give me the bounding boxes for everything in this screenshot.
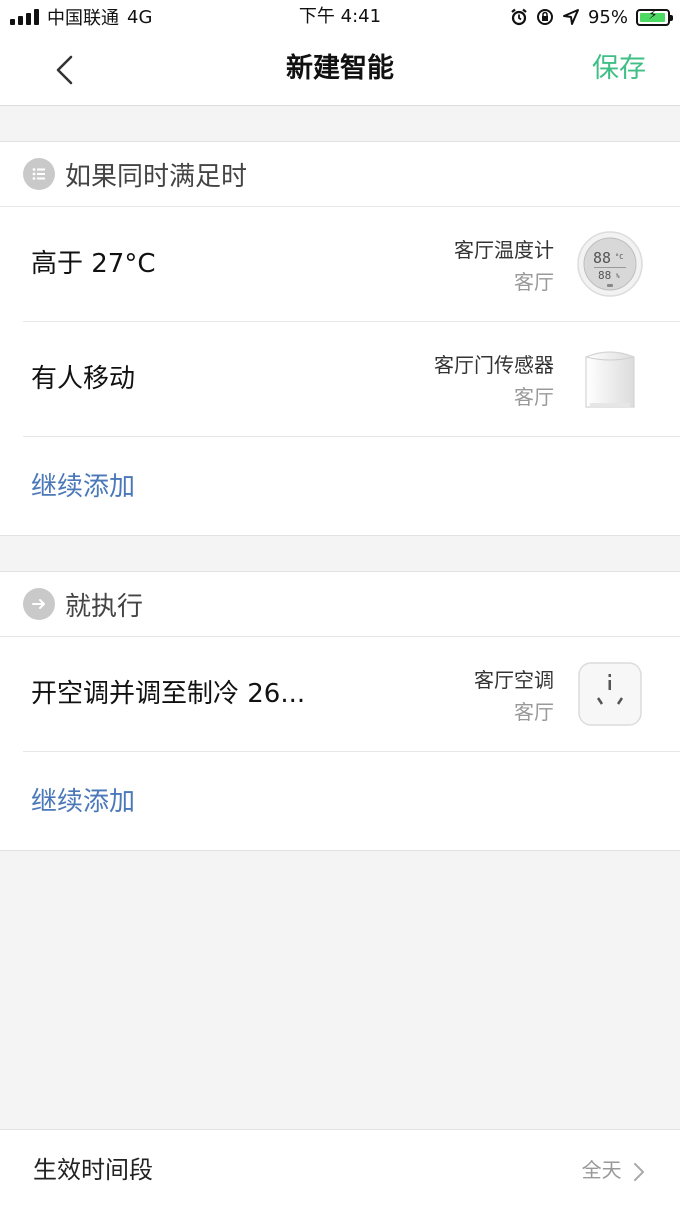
device-room: 客厅 — [514, 385, 554, 409]
battery-percent: 95% — [587, 6, 628, 28]
condition-label: 有人移动 — [31, 364, 136, 394]
conditions-header: 如果同时满足时 — [0, 142, 680, 207]
actions-title: 就执行 — [65, 591, 144, 622]
ac-plug-icon — [578, 662, 642, 726]
actions-section: 就执行 开空调并调至制冷 26... 客厅空调 客厅 继续添加 — [0, 571, 680, 851]
status-bar-right: 95% ⚡ — [510, 4, 673, 30]
schedule-row[interactable]: 生效时间段 全天 — [0, 1129, 680, 1209]
svg-text:88: 88 — [593, 249, 611, 267]
list-icon — [23, 158, 55, 190]
device-name: 客厅空调 — [474, 668, 554, 692]
condition-row-temperature[interactable]: 高于 27°C 客厅温度计 客厅 88 °C 88 % — [23, 207, 680, 322]
arrow-right-icon — [23, 588, 55, 620]
orientation-lock-icon — [536, 9, 553, 25]
actions-header: 就执行 — [0, 572, 680, 637]
device-room: 客厅 — [514, 270, 554, 294]
conditions-title: 如果同时满足时 — [65, 161, 248, 192]
action-row-ac[interactable]: 开空调并调至制冷 26... 客厅空调 客厅 — [23, 637, 680, 752]
condition-row-motion[interactable]: 有人移动 客厅门传感器 客厅 — [23, 322, 680, 437]
nav-bar: 新建智能 保存 — [0, 34, 680, 106]
schedule-value: 全天 — [581, 1158, 622, 1182]
charging-bolt-icon: ⚡ — [648, 7, 658, 23]
device-name: 客厅温度计 — [454, 238, 554, 262]
add-condition-button[interactable]: 继续添加 — [0, 437, 680, 535]
svg-text:88: 88 — [598, 269, 611, 282]
chevron-right-icon — [634, 1162, 644, 1181]
action-label: 开空调并调至制冷 26... — [31, 679, 306, 709]
device-name: 客厅门传感器 — [434, 353, 554, 377]
device-info: 客厅门传感器 客厅 — [434, 350, 554, 414]
svg-text:°C: °C — [615, 253, 623, 261]
thermometer-icon: 88 °C 88 % — [577, 231, 643, 297]
save-button[interactable]: 保存 — [592, 34, 646, 106]
battery-icon: ⚡ — [636, 7, 673, 26]
device-room: 客厅 — [514, 700, 554, 724]
motion-sensor-icon — [585, 351, 635, 408]
device-info: 客厅温度计 客厅 — [454, 235, 554, 299]
svg-text:%: % — [616, 273, 620, 280]
schedule-value-wrap: 全天 — [582, 1130, 646, 1209]
schedule-label: 生效时间段 — [33, 1156, 153, 1184]
device-info: 客厅空调 客厅 — [474, 665, 554, 729]
condition-label: 高于 27°C — [31, 249, 156, 279]
location-icon — [562, 9, 579, 25]
add-action-button[interactable]: 继续添加 — [0, 752, 680, 850]
status-bar: 中国联通 4G 下午 4:41 95% ⚡ — [0, 0, 680, 34]
page-title: 新建智能 — [286, 53, 394, 84]
alarm-icon — [511, 8, 527, 26]
conditions-section: 如果同时满足时 高于 27°C 客厅温度计 客厅 88 °C 88 % 有人移动… — [0, 141, 680, 536]
